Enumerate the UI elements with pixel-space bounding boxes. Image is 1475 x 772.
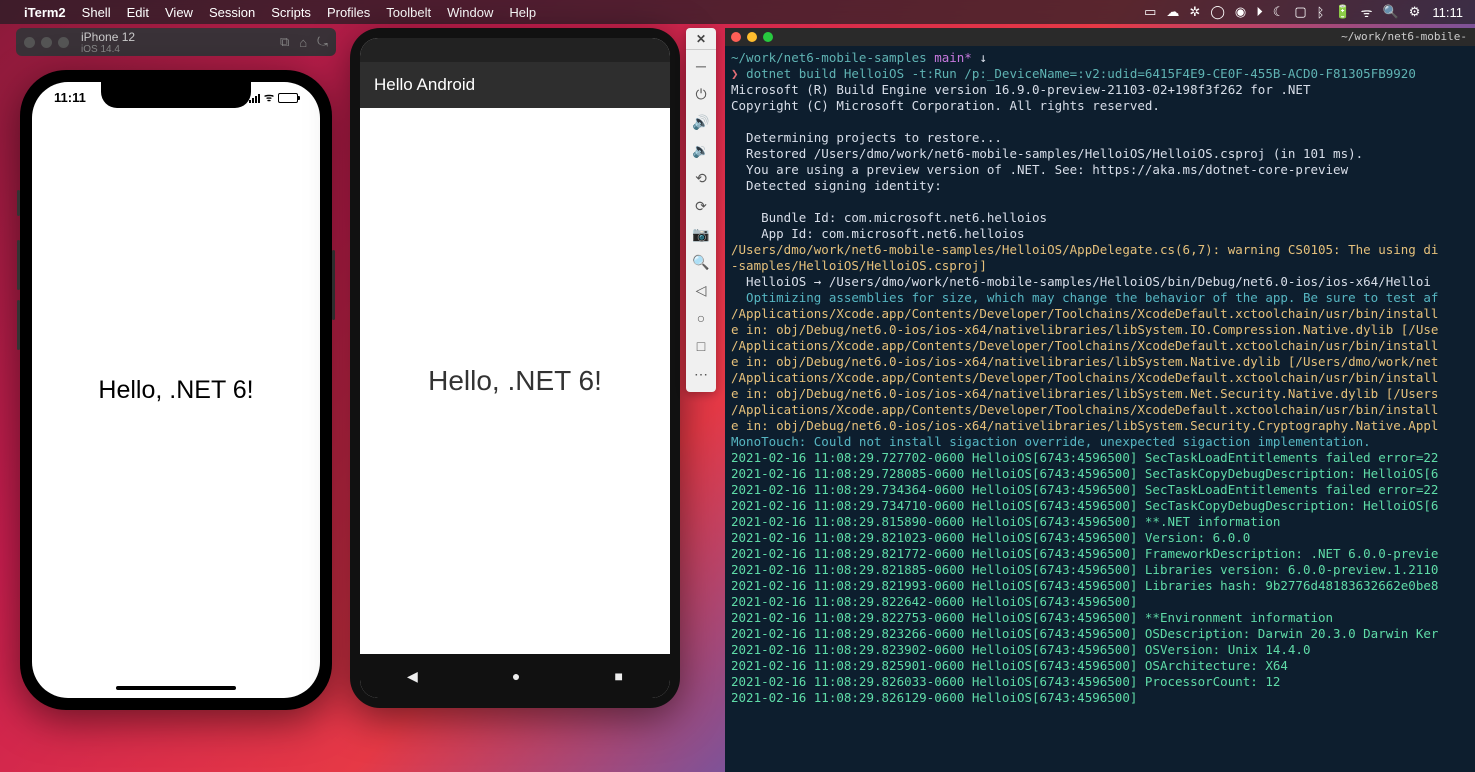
menu-session[interactable]: Session xyxy=(209,5,255,20)
device-os: iOS 14.4 xyxy=(81,44,270,55)
menu-view[interactable]: View xyxy=(165,5,193,20)
rotate-left-icon[interactable]: ⟲ xyxy=(689,164,713,192)
menu-toolbelt[interactable]: Toolbelt xyxy=(386,5,431,20)
status-icon[interactable]: ⏵ xyxy=(1256,4,1263,20)
minimize-dot[interactable] xyxy=(41,37,52,48)
screenshot-icon[interactable]: ⧉ xyxy=(280,34,289,50)
wifi-icon[interactable]: ᯤ xyxy=(1361,3,1373,21)
control-center-icon[interactable]: ⚙ xyxy=(1409,4,1421,20)
close-dot[interactable] xyxy=(731,32,741,42)
signal-icon xyxy=(249,93,260,103)
menu-help[interactable]: Help xyxy=(509,5,536,20)
app-content: Hello, .NET 6! xyxy=(360,108,670,654)
overview-icon[interactable]: ■ xyxy=(614,668,622,684)
macos-menubar: iTerm2 Shell Edit View Session Scripts P… xyxy=(0,0,1475,24)
status-time: 11:11 xyxy=(54,90,86,105)
iphone-status-bar: 11:11 ᯤ xyxy=(32,90,320,105)
android-screen[interactable]: Hello Android Hello, .NET 6! ◀ ● ■ xyxy=(360,38,670,698)
status-icon[interactable]: ◯ xyxy=(1210,4,1225,20)
android-status-bar xyxy=(360,38,670,62)
zoom-icon[interactable]: 🔍 xyxy=(689,248,713,276)
volume-down-icon[interactable]: 🔉 xyxy=(689,136,713,164)
zoom-dot[interactable] xyxy=(763,32,773,42)
volume-up xyxy=(17,240,20,290)
display-icon[interactable]: ▢ xyxy=(1294,4,1306,20)
simulator-window-titlebar[interactable]: iPhone 12 iOS 14.4 ⧉ ⌂ ⤿ xyxy=(16,28,336,56)
volume-down xyxy=(17,300,20,350)
home-indicator[interactable] xyxy=(116,686,236,690)
iphone-simulator[interactable]: 11:11 ᯤ Hello, .NET 6! xyxy=(20,70,332,710)
camera-icon[interactable]: 📷 xyxy=(689,220,713,248)
iphone-screen[interactable]: 11:11 ᯤ Hello, .NET 6! xyxy=(32,82,320,698)
battery-icon[interactable]: 🔋 xyxy=(1334,4,1350,20)
menu-edit[interactable]: Edit xyxy=(127,5,149,20)
app-bar: Hello Android xyxy=(360,62,670,108)
window-controls[interactable] xyxy=(731,32,773,42)
rotate-right-icon[interactable]: ⟳ xyxy=(689,192,713,220)
bluetooth-icon[interactable]: ᛒ xyxy=(1317,5,1325,20)
back-icon[interactable]: ◁ xyxy=(689,276,713,304)
menu-profiles[interactable]: Profiles xyxy=(327,5,370,20)
zoom-dot[interactable] xyxy=(58,37,69,48)
cloud-icon[interactable]: ☁ xyxy=(1166,4,1179,20)
status-icon[interactable]: ▭ xyxy=(1144,4,1156,20)
power-icon[interactable]: ⏻ xyxy=(689,80,713,108)
more-icon[interactable]: ⋯ xyxy=(689,360,713,388)
menubar-time[interactable]: 11:11 xyxy=(1432,5,1463,20)
mute-switch xyxy=(17,190,20,216)
app-content-label: Hello, .NET 6! xyxy=(428,365,602,397)
home-circle-icon[interactable]: ○ xyxy=(689,304,713,332)
terminal-titlebar[interactable]: ~/work/net6-mobile- xyxy=(725,28,1475,46)
menu-scripts[interactable]: Scripts xyxy=(271,5,311,20)
device-info: iPhone 12 iOS 14.4 xyxy=(81,30,270,55)
device-name: iPhone 12 xyxy=(81,30,270,44)
terminal-window[interactable]: ~/work/net6-mobile- ~/work/net6-mobile-s… xyxy=(725,28,1475,772)
status-icon[interactable]: ✲ xyxy=(1189,4,1200,20)
menu-shell[interactable]: Shell xyxy=(82,5,111,20)
android-nav-bar: ◀ ● ■ xyxy=(360,654,670,698)
window-controls[interactable] xyxy=(24,37,69,48)
terminal-title: ~/work/net6-mobile- xyxy=(1341,30,1467,44)
minimize-dot[interactable] xyxy=(747,32,757,42)
home-icon[interactable]: ⌂ xyxy=(299,35,307,50)
close-dot[interactable] xyxy=(24,37,35,48)
menu-window[interactable]: Window xyxy=(447,5,493,20)
terminal-body[interactable]: ~/work/net6-mobile-samples main* ↓ ❯ dot… xyxy=(725,46,1475,710)
android-emulator[interactable]: Hello Android Hello, .NET 6! ◀ ● ■ xyxy=(350,28,680,708)
spotlight-icon[interactable]: 🔍 xyxy=(1383,4,1399,20)
battery-icon xyxy=(278,93,298,103)
overview-icon[interactable]: □ xyxy=(689,332,713,360)
status-icon[interactable]: ◉ xyxy=(1235,4,1246,20)
volume-up-icon[interactable]: 🔊 xyxy=(689,108,713,136)
close-icon[interactable]: ✕ xyxy=(686,32,716,50)
menu-app[interactable]: iTerm2 xyxy=(24,5,66,20)
minimize-icon[interactable]: ─ xyxy=(689,52,713,80)
back-icon[interactable]: ◀ xyxy=(407,668,418,685)
rotate-icon[interactable]: ⤿ xyxy=(317,34,328,50)
wifi-icon: ᯤ xyxy=(264,90,274,105)
home-icon[interactable]: ● xyxy=(512,668,520,684)
do-not-disturb-icon[interactable]: ☾ xyxy=(1273,4,1285,20)
power-button xyxy=(332,250,335,320)
app-bar-title: Hello Android xyxy=(374,75,475,95)
emulator-toolbar: ✕ ─ ⏻ 🔊 🔉 ⟲ ⟳ 📷 🔍 ◁ ○ □ ⋯ xyxy=(686,28,716,392)
app-content-label: Hello, .NET 6! xyxy=(98,376,253,405)
